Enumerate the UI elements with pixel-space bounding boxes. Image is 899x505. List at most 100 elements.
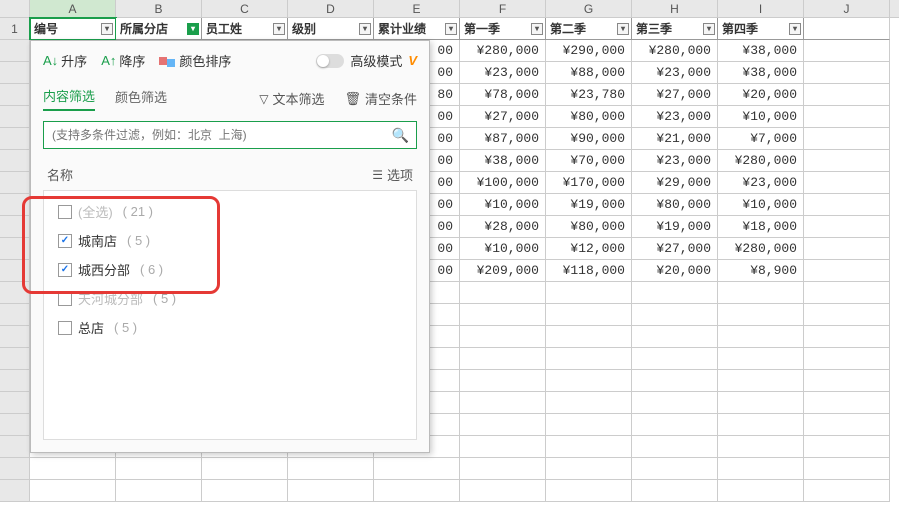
cell[interactable]: ¥38,000	[460, 150, 546, 172]
cell[interactable]: ¥100,000	[460, 172, 546, 194]
cell[interactable]	[460, 348, 546, 370]
cell[interactable]: ¥28,000	[460, 216, 546, 238]
cell[interactable]	[632, 326, 718, 348]
cell[interactable]: ¥23,780	[546, 84, 632, 106]
cell[interactable]	[202, 458, 288, 480]
cell[interactable]	[718, 414, 804, 436]
header-cell-empty[interactable]	[804, 18, 890, 40]
cell[interactable]	[804, 238, 890, 260]
row-number[interactable]	[0, 304, 30, 326]
filter-item[interactable]: 天河城分部( 5 )	[44, 284, 416, 313]
col-header-c[interactable]: C	[202, 0, 288, 17]
col-header-e[interactable]: E	[374, 0, 460, 17]
cell[interactable]	[546, 326, 632, 348]
checkbox-icon[interactable]	[58, 205, 72, 219]
cell[interactable]	[804, 172, 890, 194]
cell[interactable]	[804, 128, 890, 150]
advanced-mode-toggle[interactable]: 高级模式 V	[316, 51, 417, 70]
cell[interactable]: ¥280,000	[460, 40, 546, 62]
tab-content-filter[interactable]: 内容筛选	[43, 86, 95, 111]
sort-asc-button[interactable]: A↓升序	[43, 51, 87, 70]
cell[interactable]: ¥21,000	[632, 128, 718, 150]
cell[interactable]: ¥23,000	[460, 62, 546, 84]
cell[interactable]: ¥209,000	[460, 260, 546, 282]
cell[interactable]	[546, 458, 632, 480]
cell[interactable]	[804, 392, 890, 414]
cell[interactable]	[804, 414, 890, 436]
row-number[interactable]	[0, 194, 30, 216]
header-cell-q2[interactable]: 第二季▾	[546, 18, 632, 40]
col-header-g[interactable]: G	[546, 0, 632, 17]
sort-desc-button[interactable]: A↑降序	[101, 51, 145, 70]
row-number[interactable]	[0, 62, 30, 84]
cell[interactable]	[718, 304, 804, 326]
cell[interactable]	[546, 436, 632, 458]
cell[interactable]	[546, 480, 632, 502]
cell[interactable]	[718, 458, 804, 480]
cell[interactable]: ¥80,000	[632, 194, 718, 216]
cell[interactable]	[30, 480, 116, 502]
cell[interactable]	[632, 414, 718, 436]
row-number[interactable]	[0, 238, 30, 260]
clear-filter-button[interactable]: 🗑清空条件	[344, 89, 417, 108]
cell[interactable]: ¥10,000	[718, 106, 804, 128]
cell[interactable]: ¥23,000	[632, 150, 718, 172]
cell[interactable]: ¥29,000	[632, 172, 718, 194]
cell[interactable]	[718, 326, 804, 348]
cell[interactable]	[804, 40, 890, 62]
cell[interactable]	[288, 458, 374, 480]
cell[interactable]: ¥280,000	[632, 40, 718, 62]
dropdown-icon[interactable]: ▾	[789, 23, 801, 35]
cell[interactable]: ¥12,000	[546, 238, 632, 260]
cell[interactable]	[718, 480, 804, 502]
cell[interactable]	[804, 304, 890, 326]
col-header-b[interactable]: B	[116, 0, 202, 17]
cell[interactable]: ¥118,000	[546, 260, 632, 282]
col-header-j[interactable]: J	[804, 0, 890, 17]
tab-color-filter[interactable]: 颜色筛选	[115, 87, 167, 110]
cell[interactable]	[546, 348, 632, 370]
cell[interactable]	[718, 370, 804, 392]
cell[interactable]: ¥38,000	[718, 62, 804, 84]
filter-item[interactable]: 城西分部( 6 )	[44, 255, 416, 284]
dropdown-icon[interactable]: ▾	[531, 23, 543, 35]
cell[interactable]	[202, 480, 288, 502]
cell[interactable]: ¥27,000	[632, 238, 718, 260]
cell[interactable]: ¥20,000	[632, 260, 718, 282]
cell[interactable]	[460, 480, 546, 502]
dropdown-icon[interactable]: ▾	[101, 23, 113, 35]
cell[interactable]	[116, 458, 202, 480]
cell[interactable]: ¥27,000	[460, 106, 546, 128]
row-number[interactable]	[0, 172, 30, 194]
filter-item[interactable]: 城南店( 5 )	[44, 226, 416, 255]
cell[interactable]: ¥290,000	[546, 40, 632, 62]
dropdown-icon[interactable]: ▾	[617, 23, 629, 35]
search-input[interactable]	[43, 121, 417, 149]
cell[interactable]	[632, 392, 718, 414]
cell[interactable]: ¥10,000	[718, 194, 804, 216]
col-header-f[interactable]: F	[460, 0, 546, 17]
row-number[interactable]	[0, 216, 30, 238]
row-number[interactable]	[0, 40, 30, 62]
header-cell-branch[interactable]: 所属分店▾	[116, 18, 202, 40]
cell[interactable]	[460, 370, 546, 392]
dropdown-icon[interactable]: ▾	[187, 23, 199, 35]
row-number[interactable]	[0, 260, 30, 282]
cell[interactable]: ¥18,000	[718, 216, 804, 238]
cell[interactable]	[460, 436, 546, 458]
header-cell-level[interactable]: 级别▾	[288, 18, 374, 40]
cell[interactable]: ¥19,000	[546, 194, 632, 216]
cell[interactable]	[632, 282, 718, 304]
header-cell-total[interactable]: 累计业绩▾	[374, 18, 460, 40]
col-header-d[interactable]: D	[288, 0, 374, 17]
toggle-switch-icon[interactable]	[316, 54, 344, 68]
cell[interactable]	[546, 414, 632, 436]
cell[interactable]	[546, 304, 632, 326]
cell[interactable]: ¥170,000	[546, 172, 632, 194]
cell[interactable]	[632, 480, 718, 502]
row-number[interactable]	[0, 414, 30, 436]
checkbox-icon[interactable]	[58, 263, 72, 277]
cell[interactable]	[632, 348, 718, 370]
cell[interactable]: ¥38,000	[718, 40, 804, 62]
cell[interactable]	[804, 480, 890, 502]
